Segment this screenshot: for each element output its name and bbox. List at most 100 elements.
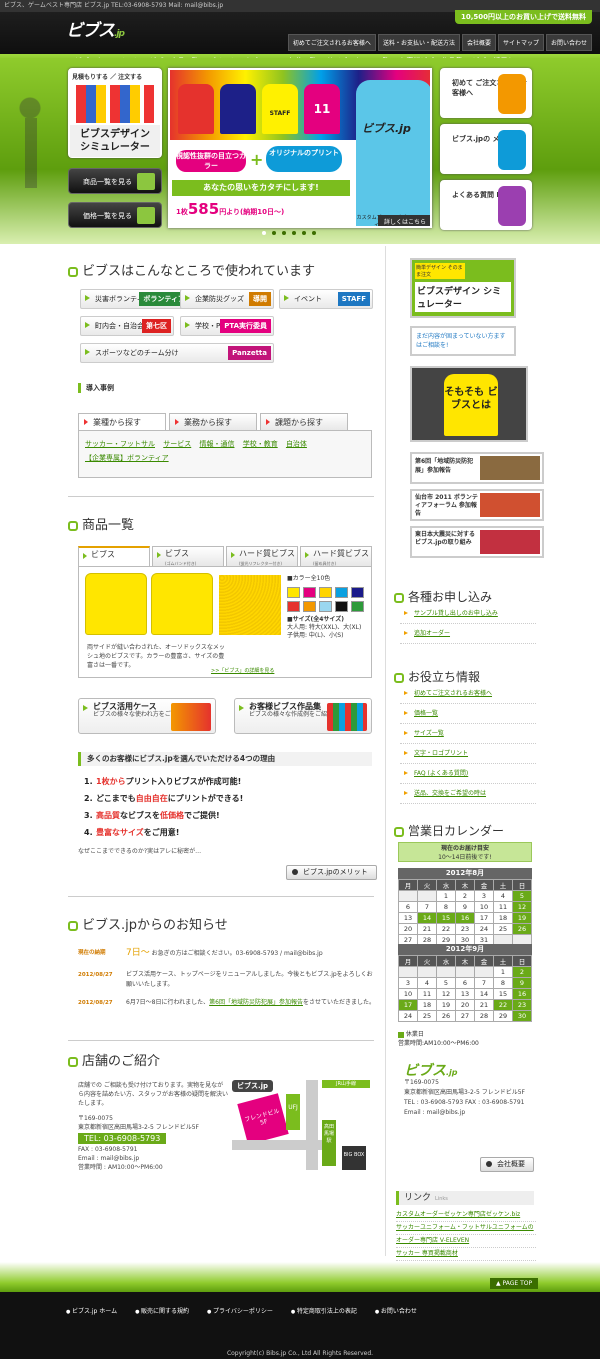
tab-product-bibs-band[interactable]: ビブス (ゴムバンド付き) <box>152 546 224 566</box>
sidebar-report-2[interactable]: 仙台市 2011 ボランティアフォーラム 参加報告 <box>410 489 544 521</box>
calendar-september: 2012年9月月火水木金土日 1 2 3 4 5 6 7 8 9 10 11 12 13 14 15 16 17 1… <box>398 944 532 1022</box>
apply-link[interactable]: サンプル貸し出しのお申し込み <box>400 604 536 624</box>
color-swatch <box>303 601 316 612</box>
product-detail-link[interactable]: >>「ビブス」の詳細を見る <box>211 667 274 674</box>
useful-link[interactable]: 送品、交換をご希望の時は <box>400 784 536 804</box>
sidebar-what-is-bibs[interactable]: そもそも ビブスとは <box>410 366 528 442</box>
shop-phone[interactable]: TEL: 03-6908-5793 <box>78 1133 167 1144</box>
news-report-link[interactable]: 第6回「地域防災防犯展」参加報告 <box>209 999 303 1006</box>
calendar-day: 9 <box>455 901 475 913</box>
sidebar-consult-banner[interactable]: まだ内容が固まっていない方ますはご相談を! <box>410 326 516 356</box>
header-nav-company[interactable]: 会社概要 <box>461 34 496 51</box>
useful-link[interactable]: 文字・ロゴプリント <box>400 744 536 764</box>
header-nav-first-time[interactable]: 初めてご注文されるお客様へ <box>287 34 376 51</box>
page-top-button[interactable]: ▲ PAGE TOP <box>490 1278 539 1289</box>
color-swatch <box>287 601 300 612</box>
calendar-day: 30 <box>512 1010 532 1022</box>
use-neighborhood[interactable]: 町内会・自治会 第七区 <box>80 316 174 336</box>
footer-link-privacy[interactable]: プライバシーポリシー <box>207 1306 273 1315</box>
view-products-button[interactable]: 商品一覧を見る <box>68 168 162 194</box>
calendar-day: 25 <box>417 1010 437 1022</box>
industry-link[interactable]: 自治体 <box>286 440 307 448</box>
company-profile-button[interactable]: 会社概要 <box>480 1157 534 1172</box>
header-nav-shipping[interactable]: 送料・お支払い・配送方法 <box>377 34 460 51</box>
use-school-pta[interactable]: 学校・PTA PTA実行委員 <box>180 316 274 336</box>
color-swatch <box>319 601 332 612</box>
footer-link-contact[interactable]: お問い合わせ <box>375 1306 417 1315</box>
footer-link-home[interactable]: ビブス.jp ホーム <box>66 1306 117 1315</box>
footer-link-legal[interactable]: 特定商取引法上の表記 <box>291 1306 357 1315</box>
tab-product-bibs[interactable]: ビブス <box>78 546 150 566</box>
calendar-day: 22 <box>436 923 456 935</box>
calendar-day: 1 <box>436 890 456 902</box>
industry-link[interactable]: 情報・通信 <box>199 440 234 448</box>
slide-dot[interactable] <box>282 231 286 235</box>
calendar-day: 4 <box>417 977 437 989</box>
calendar-day <box>398 890 418 902</box>
calendar-day: 21 <box>474 999 494 1011</box>
use-corporate-disaster[interactable]: 企業防災グッズ 導開 <box>180 289 274 309</box>
bib-staff: STAFF <box>262 84 298 134</box>
weekday-header: 日 <box>512 955 532 967</box>
hero-first-time-box[interactable]: 初めて ご注文される お客様へ <box>440 68 532 118</box>
external-link[interactable]: カスタムオーダーゼッケン専門店ゼッケン.biz <box>396 1209 536 1222</box>
weekday-header: 土 <box>493 879 513 891</box>
useful-link[interactable]: FAQ (よくある質問) <box>400 764 536 784</box>
column-divider <box>385 246 386 1256</box>
header-nav-contact[interactable]: お問い合わせ <box>545 34 592 51</box>
useful-link[interactable]: 価格一覧 <box>400 704 536 724</box>
product-tabs: ビブス ビブス (ゴムバンド付き) ハード質ビブス (蛍光リフレクター付き) ハード… <box>78 546 372 566</box>
hero-detail-button[interactable]: 詳しくはこちら <box>377 215 430 226</box>
apply-heading: 各種お申し込み <box>394 588 492 605</box>
slide-dot[interactable] <box>272 231 276 235</box>
view-prices-button[interactable]: 価格一覧を見る <box>68 202 162 228</box>
sidebar-simulator-banner[interactable]: 簡単デザイン そのまま注文 ビブスデザイン シミュレーター <box>410 258 516 318</box>
hero-faq-box[interactable]: よくある質問 FAQ <box>440 180 532 230</box>
use-event[interactable]: イベント STAFF <box>279 289 373 309</box>
bib-red <box>178 84 214 134</box>
map-road <box>306 1080 318 1170</box>
use-disaster-volunteer[interactable]: 災害ボランティア ボランティア <box>80 289 192 309</box>
industry-link[interactable]: サービス <box>163 440 191 448</box>
useful-link[interactable]: 初めてご注文されるお客様へ <box>400 684 536 704</box>
sidebar-report-1[interactable]: 第6回「地域防災防犯展」参加報告 <box>410 452 544 484</box>
calendar-month-title: 2012年9月 <box>398 944 532 955</box>
company-logo: ビブス.jp <box>404 1063 458 1079</box>
external-link[interactable]: オーダー専門店 V-ELEVEN <box>396 1235 536 1248</box>
calendar-day: 21 <box>417 923 437 935</box>
slide-dot[interactable] <box>302 231 306 235</box>
industry-link[interactable]: 【企業専属】ボランティア <box>85 454 169 462</box>
apply-link[interactable]: 追加オーダー <box>400 624 536 644</box>
shop-map: ビブス.jp フレンドビル 5F UFJ JR山手線 高田馬場駅 BIG BOX <box>232 1076 372 1174</box>
tab-product-hard-reflector[interactable]: ハード質ビブス (蛍光リフレクター付き) <box>226 546 298 566</box>
tab-by-task[interactable]: 業務から探す <box>169 413 257 430</box>
useful-link[interactable]: サイズ一覧 <box>400 724 536 744</box>
footer-link-terms[interactable]: 販売に関する規約 <box>135 1306 189 1315</box>
design-simulator-banner[interactable]: 見積もりする ／ 注文する ビブスデザイン シミュレーター <box>68 68 162 158</box>
use-cases-banner[interactable]: ビブス活用ケース ビブスの様々な使われ方をご紹介ください! <box>78 698 216 734</box>
site-logo[interactable]: ビブス.jp <box>66 16 125 41</box>
calendar-day: 7 <box>474 977 494 989</box>
map-building: フレンドビル 5F <box>237 1093 289 1145</box>
external-link[interactable]: サッカー 専買掲載商材 <box>396 1248 536 1261</box>
merit-button[interactable]: ビブス.jpのメリット <box>286 865 377 880</box>
gallery-banner[interactable]: お客様ビブス作品集 ビブスの様々な作成例をご紹介ください! <box>234 698 372 734</box>
header-nav-sitemap[interactable]: サイトマップ <box>497 34 544 51</box>
tab-by-issue[interactable]: 課題から探す <box>260 413 348 430</box>
tab-product-hard-clasp[interactable]: ハード質ビブス (留め具付き) <box>300 546 372 566</box>
tab-by-industry[interactable]: 業種から探す <box>78 413 166 430</box>
calendar-day: 8 <box>436 901 456 913</box>
industry-link[interactable]: サッカー・フットサル <box>85 440 155 448</box>
external-link[interactable]: サッカーユニフォーム・フットサルユニフォームの <box>396 1222 536 1235</box>
industry-link[interactable]: 学校・教育 <box>243 440 278 448</box>
hero-slide[interactable]: STAFF 11 視認性抜群の目立つカラー + オリジナルのプリント あなたの思… <box>168 68 432 228</box>
slide-dot[interactable] <box>292 231 296 235</box>
slide-dot[interactable] <box>312 231 316 235</box>
hero-merit-box[interactable]: ビブス.jpの メリット <box>440 124 532 174</box>
calendar-day: 11 <box>493 901 513 913</box>
use-sports-teams[interactable]: スポーツなどのチーム分け Panzetta <box>80 343 274 363</box>
sidebar-report-3[interactable]: 東日本大震災に対するビブス.jpの取り組み <box>410 526 544 558</box>
footer-nav: ビブス.jp ホーム 販売に関する規約 プライバシーポリシー 特定商取引法上の表… <box>66 1306 417 1315</box>
calendar-day: 12 <box>436 988 456 1000</box>
slide-dot[interactable] <box>262 231 266 235</box>
